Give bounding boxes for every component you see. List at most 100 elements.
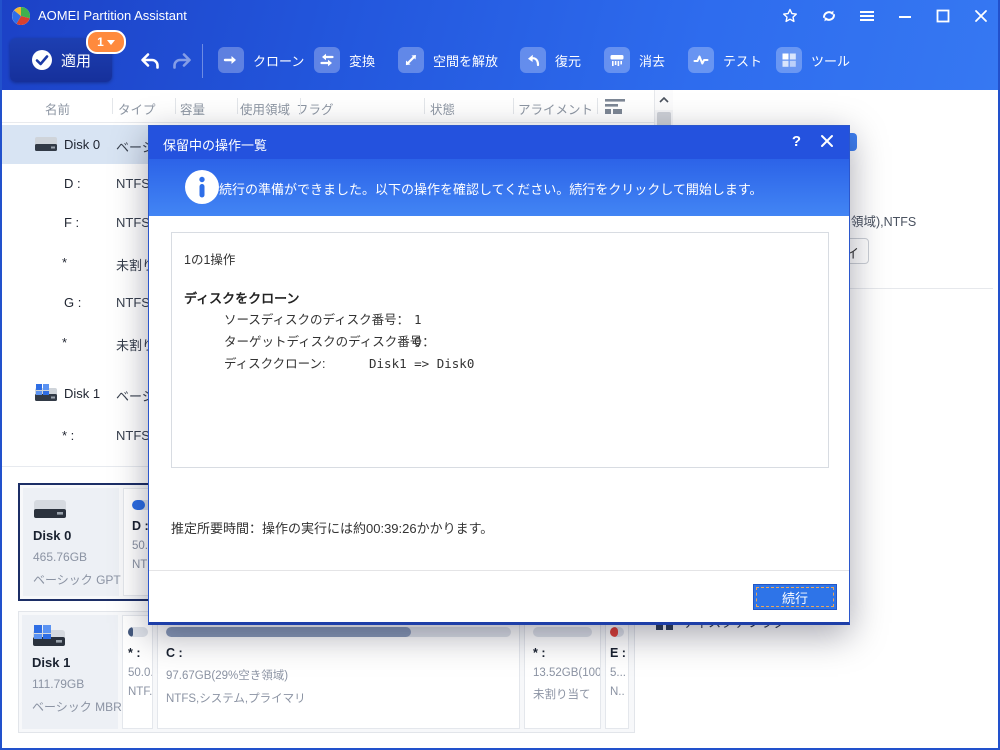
title-bar: AOMEI Partition Assistant (0, 0, 1000, 32)
toolbar-item-clone[interactable]: クローン (218, 47, 304, 73)
disk1-map-panel[interactable]: Disk 1 111.79GB ベーシック MBR * : 50.0... NT… (18, 611, 635, 733)
disk-icon (35, 137, 57, 151)
row-name: * (62, 335, 68, 350)
erase-shredder-icon (604, 47, 630, 73)
row-name: Disk 0 (64, 137, 101, 152)
badge-caret-icon (106, 39, 115, 45)
pending-operations-dialog: 保留中の操作一覧 ? 続行の準備ができました。以下の操作を確認してください。続行… (148, 125, 850, 625)
toolbar-item-test[interactable]: テスト (688, 47, 762, 73)
column-divider (424, 98, 425, 114)
app-title: AOMEI Partition Assistant (38, 8, 187, 23)
detail-label: ソースディスクのディスク番号： (224, 313, 410, 327)
pending-count-badge[interactable]: 1 (86, 30, 126, 54)
disk1-info[interactable]: Disk 1 111.79GB ベーシック MBR (22, 615, 122, 729)
estimated-time-text: 推定所要時間：操作の実行には約00:39:26かかります。 (171, 521, 494, 536)
partition-usage-bar (166, 627, 511, 637)
partition-capacity: 97.67GB(29%空き領域) (166, 670, 289, 682)
partition-usage-bar (610, 627, 624, 637)
row-name: D : (64, 176, 81, 191)
partition-fs: NTF... (128, 686, 153, 698)
toolbar-separator (202, 44, 203, 78)
refresh-icon[interactable] (821, 8, 837, 24)
apply-label: 適用 (60, 52, 91, 70)
column-divider (237, 98, 238, 114)
minimize-button[interactable] (897, 8, 913, 24)
partition-name: * : (533, 646, 546, 660)
partition-usage-bar (128, 627, 148, 637)
restore-icon (520, 47, 546, 73)
top-banner: AOMEI Partition Assistant 適用 1 クローン 変換 空… (0, 0, 1000, 90)
convert-icon (314, 47, 340, 73)
menu-icon[interactable] (859, 8, 875, 24)
toolbar-item-restore[interactable]: 復元 (520, 47, 581, 73)
partition-c[interactable]: C : 97.67GB(29%空き領域) NTFS,システム,プライマリ (157, 615, 520, 729)
help-icon[interactable]: ? (792, 133, 801, 150)
scrollbar-up-arrow[interactable] (655, 90, 673, 110)
dialog-title: 保留中の操作一覧 (163, 138, 268, 153)
toolbar-item-label: 消去 (639, 53, 666, 69)
undo-button[interactable] (138, 50, 162, 74)
toolbar-item-tools[interactable]: ツール (776, 47, 850, 73)
toolbar-item-label: ツール (811, 53, 851, 69)
disk-style: ベーシック GPT (33, 573, 121, 587)
column-header-capacity[interactable]: 容量 (180, 99, 205, 118)
column-divider (112, 98, 113, 114)
toolbar-item-free-space[interactable]: 空間を解放 (398, 47, 498, 73)
disk-icon (34, 500, 66, 518)
column-header-alignment[interactable]: アライメント (518, 99, 593, 118)
list-view-toggle-icon[interactable] (604, 98, 626, 115)
test-pulse-icon (688, 47, 714, 73)
row-name: Disk 1 (64, 386, 101, 401)
operation-detail-row: ターゲットディスクのディスク番号：0 (224, 331, 435, 350)
column-header-name[interactable]: 名前 (45, 99, 70, 118)
redo-button[interactable] (170, 50, 194, 74)
detail-label: ディスククローン: (224, 357, 326, 371)
partition-unallocated[interactable]: * : 13.52GB(100... 未割り当て (524, 615, 601, 729)
favorite-star-icon[interactable] (782, 8, 798, 24)
disk-capacity: 111.79GB (32, 677, 85, 691)
toolbar-item-erase[interactable]: 消去 (604, 47, 665, 73)
partition-star-1[interactable]: * : 50.0... NTF... (122, 615, 153, 729)
disk-capacity: 465.76GB (33, 550, 88, 564)
disk-name: Disk 0 (33, 528, 72, 543)
close-button[interactable] (973, 8, 989, 24)
toolbar-item-label: 変換 (349, 53, 376, 69)
app-logo-icon (12, 7, 30, 25)
column-divider (597, 98, 598, 114)
maximize-button[interactable] (935, 8, 951, 24)
column-header-flags[interactable]: フラグ (296, 99, 334, 118)
column-header-status[interactable]: 状態 (430, 99, 455, 118)
toolbar-item-label: 空間を解放 (433, 53, 499, 69)
clipped-partition-text: 領域),NTFS (851, 215, 917, 229)
detail-value: 1 (414, 312, 422, 327)
dialog-header[interactable]: 保留中の操作一覧 ? (149, 126, 849, 159)
detail-value: 0 (414, 334, 422, 349)
row-name: G : (64, 295, 82, 310)
operations-list-box: 1の1操作 ディスクをクローン ソースディスクのディスク番号： 1 ターゲットディ… (171, 232, 829, 468)
partition-e[interactable]: E : 5... N.. (605, 615, 629, 729)
partition-fs: 未割り当て (533, 689, 591, 701)
row-type: NTFS (116, 428, 150, 443)
partition-usage-bar (533, 627, 592, 637)
dialog-message: 続行の準備ができました。以下の操作を確認してください。続行をクリックして開始しま… (219, 182, 763, 197)
row-name: F : (64, 215, 80, 230)
dialog-close-icon[interactable] (819, 133, 835, 149)
app-window: AOMEI Partition Assistant 適用 1 クローン 変換 空… (0, 0, 1000, 750)
disk0-info[interactable]: Disk 0 465.76GB ベーシック GPT (23, 488, 121, 596)
proceed-button[interactable]: 続行 (753, 584, 837, 610)
table-header: 名前 タイプ 容量 使用領域 フラグ 状態 アライメント (0, 90, 672, 123)
system-disk-icon (35, 384, 57, 401)
row-type: NTFS (116, 215, 150, 230)
disk-style: ベーシック MBR (32, 700, 122, 714)
partition-capacity: 5... (610, 667, 626, 679)
column-header-type[interactable]: タイプ (118, 99, 156, 118)
column-divider (513, 98, 514, 114)
partition-fs: N.. (610, 686, 625, 698)
toolbar-item-convert[interactable]: 変換 (314, 47, 375, 73)
dialog-footer-divider (149, 570, 849, 571)
toolbar-item-label: クローン (253, 53, 305, 69)
detail-value: Disk1 => Disk0 (369, 356, 475, 371)
toolbar-item-label: 復元 (555, 53, 582, 69)
column-header-used[interactable]: 使用領域 (240, 99, 290, 118)
column-divider (300, 98, 301, 114)
